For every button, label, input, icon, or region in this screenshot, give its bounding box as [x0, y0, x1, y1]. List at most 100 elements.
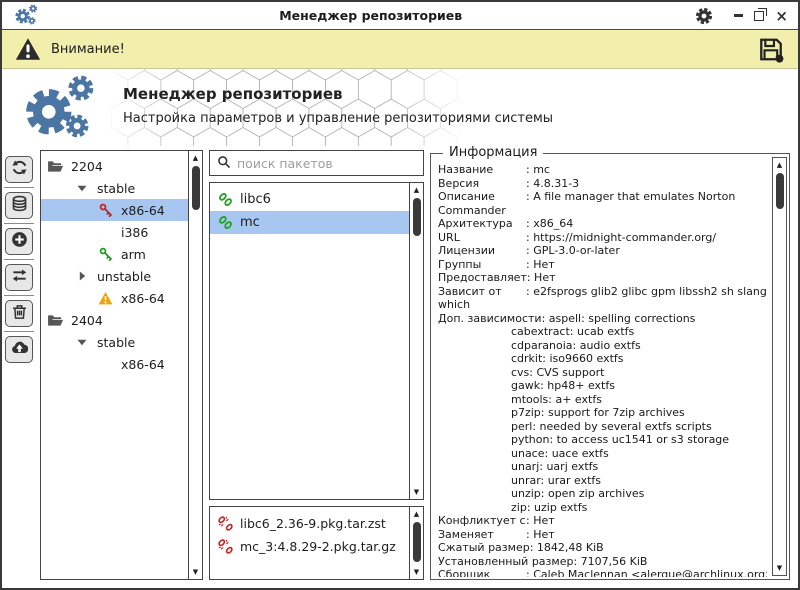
warning-icon [97, 291, 114, 306]
info-line: Commander [438, 204, 767, 218]
sync-button[interactable] [5, 264, 33, 291]
info-line: cabextract: ucab extfs [438, 325, 767, 339]
page-title: Менеджер репозиториев [123, 85, 553, 103]
red-key-icon [97, 203, 114, 217]
info-line: Лицензии: GPL-3.0-or-later [438, 244, 767, 258]
info-legend: Информация [443, 145, 543, 160]
info-line: Доп. зависимости: aspell: spelling corre… [438, 312, 767, 326]
tree-item-2204[interactable]: 2204 [41, 155, 188, 177]
info-line: Версия: 4.8.31-3 [438, 177, 767, 191]
delete-button[interactable] [5, 300, 33, 327]
main-area: 2204stable x86-64i386 armunstable x86-64… [2, 146, 798, 588]
toolbar-separator [4, 187, 34, 188]
info-line: unzip: open zip archives [438, 487, 767, 501]
package-file-panel: libc6_2.36-9.pkg.tar.zst mc_3:4.8.29-2.p… [209, 506, 424, 580]
page-subtitle: Настройка параметров и управление репози… [123, 111, 553, 126]
tree-item-x86-64[interactable]: x86-64 [41, 353, 188, 375]
search-box [209, 150, 424, 176]
info-scrollbar[interactable]: ▲ ▼ [772, 157, 787, 576]
refresh-icon [11, 159, 28, 180]
maximize-icon[interactable] [754, 11, 764, 21]
titlebar: Менеджер репозиториев × [2, 2, 798, 30]
side-toolbar [4, 150, 34, 580]
add-button[interactable] [5, 228, 33, 255]
info-line: perl: needed by several extfs scripts [438, 420, 767, 434]
repository-manager-window: Менеджер репозиториев × Внимание! [0, 0, 800, 590]
info-line: cdrkit: iso9660 extfs [438, 352, 767, 366]
scroll-thumb[interactable] [413, 522, 421, 562]
tree-item-x86-64[interactable]: x86-64 [41, 199, 188, 221]
package-column: libc6 mc ▲ ▼ libc6_2.36-9.pkg.tar.zst mc… [209, 150, 424, 580]
info-line: URL: https://midnight-commander.org/ [438, 231, 767, 245]
file-item-libc6_2.36-9.pkg.tar.zst[interactable]: libc6_2.36-9.pkg.tar.zst [210, 512, 409, 535]
toolbar-separator [4, 259, 34, 260]
scroll-up-icon[interactable]: ▲ [193, 151, 198, 165]
info-line: Установленный размер: 7107,56 KiB [438, 555, 767, 569]
info-line: Конфликтует с: Нет [438, 514, 767, 528]
tree-item-i386[interactable]: i386 [41, 221, 188, 243]
warning-label: Внимание! [51, 42, 125, 57]
app-gears-icon [12, 4, 46, 28]
upload-button[interactable] [5, 336, 33, 363]
tree-item-x86-64[interactable]: x86-64 [41, 287, 188, 309]
none [97, 225, 114, 239]
package-scrollbar[interactable]: ▲ ▼ [409, 183, 423, 499]
tree-item-unstable[interactable]: unstable [41, 265, 188, 287]
scroll-thumb[interactable] [413, 198, 421, 236]
toolbar-separator [4, 295, 34, 296]
save-icon[interactable] [757, 36, 785, 63]
info-line: Описание: A file manager that emulates N… [438, 190, 767, 204]
gear-icon[interactable] [695, 7, 713, 25]
search-input[interactable] [237, 156, 416, 171]
info-line: Заменяет: Нет [438, 528, 767, 542]
tree-item-arm[interactable]: arm [41, 243, 188, 265]
close-icon[interactable]: × [775, 11, 788, 21]
warning-dark-icon [15, 37, 41, 61]
caret-down-icon [73, 337, 90, 347]
scroll-down-icon[interactable]: ▼ [193, 565, 198, 579]
file-item-mc_3:4.8.29-2.pkg.tar.gz[interactable]: mc_3:4.8.29-2.pkg.tar.gz [210, 535, 409, 558]
info-line: Название: mc [438, 163, 767, 177]
caret-down-icon [73, 183, 90, 193]
database-button[interactable] [5, 192, 33, 219]
warning-bar: Внимание! [2, 30, 798, 69]
window-title: Менеджер репозиториев [46, 8, 695, 23]
refresh-button[interactable] [5, 156, 33, 183]
info-column: Информация Название: mcВерсия: 4.8.31-3О… [430, 150, 790, 580]
tree-item-stable[interactable]: stable [41, 177, 188, 199]
scroll-thumb[interactable] [776, 173, 784, 209]
info-groupbox: Информация Название: mcВерсия: 4.8.31-3О… [430, 153, 790, 580]
toolbar-separator [4, 331, 34, 332]
minimize-icon[interactable] [734, 14, 743, 17]
tree-item-2404[interactable]: 2404 [41, 309, 188, 331]
info-line: which [438, 298, 767, 312]
file-scrollbar[interactable]: ▲ ▼ [409, 507, 423, 579]
scroll-thumb[interactable] [192, 166, 200, 210]
tree-item-stable[interactable]: stable [41, 331, 188, 353]
info-line: Сборщик: Caleb Maclennan <alerque@archli… [438, 568, 767, 577]
scroll-up-icon[interactable]: ▲ [777, 158, 782, 172]
caret-right-icon [73, 271, 90, 281]
info-line: zip: uzip extfs [438, 501, 767, 515]
header: Менеджер репозиториев Настройка параметр… [2, 69, 798, 146]
app-gears-icon [15, 74, 109, 142]
repository-tree-panel: 2204stable x86-64i386 armunstable x86-64… [40, 150, 203, 580]
scroll-down-icon[interactable]: ▼ [414, 565, 419, 579]
package-item-mc[interactable]: mc [210, 211, 409, 234]
scroll-up-icon[interactable]: ▲ [414, 183, 419, 197]
info-line: python: to access uc1541 or s3 storage [438, 433, 767, 447]
broken-link-icon [217, 516, 233, 531]
open-folder-icon [47, 314, 64, 327]
package-list-panel: libc6 mc ▲ ▼ [209, 182, 424, 500]
scroll-down-icon[interactable]: ▼ [414, 485, 419, 499]
scroll-up-icon[interactable]: ▲ [414, 507, 419, 521]
info-line: cvs: CVS support [438, 366, 767, 380]
green-link-icon [217, 215, 233, 230]
tree-scrollbar[interactable]: ▲ ▼ [188, 151, 202, 579]
open-folder-icon [47, 160, 64, 173]
info-line: Зависит от: e2fsprogs glib2 glibc gpm li… [438, 285, 767, 299]
scroll-down-icon[interactable]: ▼ [777, 561, 782, 575]
package-item-libc6[interactable]: libc6 [210, 188, 409, 211]
info-line: Предоставляет: Нет [438, 271, 767, 285]
info-line: cdparanoia: audio extfs [438, 339, 767, 353]
